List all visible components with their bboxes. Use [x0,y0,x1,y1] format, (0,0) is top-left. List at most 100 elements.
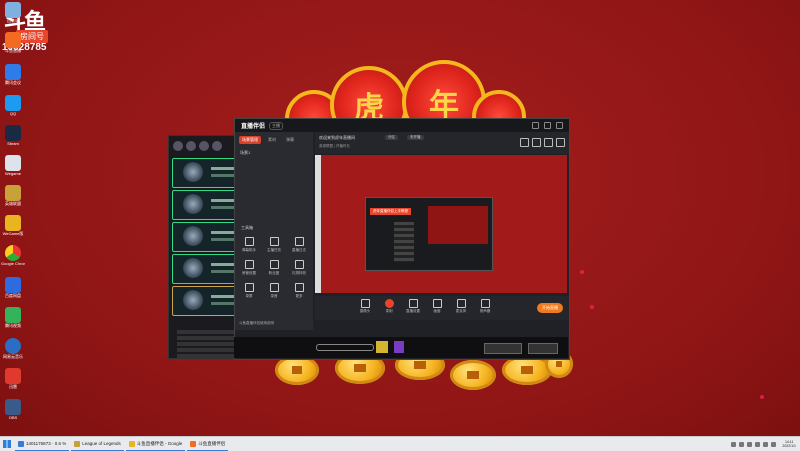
expand-icon[interactable] [556,138,565,147]
camera-icon [360,299,370,308]
league-icon [74,440,81,447]
camera-button[interactable]: 摄像头 [353,299,377,314]
gear-icon[interactable] [544,138,553,147]
music-icon [5,338,21,354]
progress-slider[interactable] [316,344,374,351]
douyu-app-icon [5,32,21,48]
avatar-icon[interactable] [186,141,196,151]
desktop-icon-douyu[interactable]: 斗鱼直播 [1,32,25,53]
taskbar-item[interactable]: League of Legends [71,438,124,451]
game-bottom-bar [234,337,568,358]
go-live-button[interactable]: 开始直播 [537,303,563,313]
desktop-icon-music[interactable]: 网易云音乐 [1,338,25,359]
record-button[interactable]: 录制 [377,299,401,314]
speaker-button[interactable]: 扬声器 [473,299,497,314]
stream-title[interactable]: 欢迎来到虎年直播间 [319,135,355,141]
tool-label: 主播任务 [267,248,281,252]
douyu-app-icon [190,440,197,447]
system-tray [731,441,777,447]
tray-icon[interactable] [747,441,753,447]
tool-fans[interactable]: 粉丝团 [262,260,286,276]
gift-icon [294,260,304,269]
tool-admin[interactable]: 房管设置 [237,260,261,276]
desktop-icon-label: Wegame [5,171,21,176]
purple-item-icon[interactable] [394,341,404,353]
microphone-button[interactable]: 麦克风 [449,299,473,314]
windows-start-icon[interactable] [3,440,11,448]
chrome-icon [128,440,135,447]
clock[interactable]: 14:11 2022/1/1 [782,440,796,448]
taskbar-item[interactable]: 斗鱼直播伴侣 [187,438,229,451]
scene-item[interactable]: 场景1 [240,150,308,156]
category-pill[interactable]: 分区 [385,135,398,140]
avatar-icon[interactable] [173,141,183,151]
settings-icon[interactable] [532,138,541,147]
nested-app-preview: 虎年直播伴侣上手教程 [365,197,493,271]
desktop-icon-label: Google Chrome [1,261,25,266]
tool-danmaku-helper[interactable]: 弹幕助手 [237,237,261,253]
tool-gift-effects[interactable]: 礼物特效 [287,260,311,276]
tool-tasks[interactable]: 主播任务 [262,237,286,253]
bottom-action-button[interactable] [528,343,558,354]
share-icon[interactable] [520,138,529,147]
tools-title: 工具箱 [241,225,253,230]
gold-item-icon[interactable] [376,341,388,353]
desktop-icon-label: 腾讯视频 [5,323,21,328]
desktop-icon-lol[interactable]: 英雄联盟 [1,185,25,206]
tool-audio[interactable]: 录音 [262,283,286,299]
desktop-icon-thunder[interactable]: 迅雷 [1,368,25,389]
scene-button[interactable]: 画面 [425,299,449,314]
settings-icon [408,299,418,308]
desktop-icon-meeting[interactable]: 腾讯会议 [1,64,25,85]
desktop-icon-lol-wegame[interactable]: WeGame版 [1,215,25,236]
tool-screen-record[interactable]: 录屏 [237,283,261,299]
task-icon [269,237,279,246]
desktop-icon-baidu[interactable]: 百度网盘 [1,277,25,298]
app-titlebar[interactable]: 直播伴侣 主播 [235,119,569,132]
preview-icon-strip [315,155,321,293]
stream-settings-button[interactable]: 直播设置 [401,299,425,314]
tool-log[interactable]: 直播日志 [287,237,311,253]
sparkle [760,395,764,399]
desktop-icon-obs[interactable]: OBS [1,399,25,420]
tool-more[interactable]: 更多 [287,283,311,299]
tool-label: 录音 [270,294,278,298]
desktop-icon-label: OBS [8,415,18,420]
streaming-app-window[interactable]: 直播伴侣 主播 场景管理 素材 弹幕 场景1 工具箱 弹幕助手 主播任务 直播日… [234,118,570,360]
close-icon[interactable] [556,122,563,129]
desktop-icon-wegame[interactable]: Wegame [1,155,25,176]
stream-preview[interactable]: 虎年直播伴侣上手教程 [315,155,567,293]
network-icon[interactable] [763,441,769,447]
desktop-icon-video[interactable]: 腾讯视频 [1,307,25,328]
taskbar-item[interactable]: 1401176873 · 0.6 % [15,438,70,451]
tray-icon[interactable] [731,441,737,447]
desktop-icon-steam[interactable]: Steam [1,125,25,146]
bottom-action-button[interactable] [484,343,522,354]
tab-assets[interactable]: 素材 [265,136,279,144]
avatar-icon[interactable] [212,141,222,151]
stream-header: 欢迎来到虎年直播间 英雄联盟 | 开播时长 分区 未开播 [315,132,569,154]
desktop-icon-recycle-bin[interactable]: 回收站 [1,2,25,23]
desktop-icon-qq[interactable]: QQ [1,95,25,116]
desktop-icon-chrome[interactable]: Google Chrome [1,245,25,266]
tool-label: 粉丝团 [268,271,280,275]
taskbar-item[interactable]: 斗鱼直播伴侣 - Google [125,438,186,451]
tab-danmaku[interactable]: 弹幕 [283,136,297,144]
game-icon [5,215,21,231]
tray-icon[interactable] [755,441,761,447]
tool-label: 礼物特效 [292,271,306,275]
baidu-icon [5,277,21,293]
avatar-icon[interactable] [199,141,209,151]
tool-label: 直播日志 [292,248,306,252]
panel-footer[interactable]: 斗鱼直播伴侣使用说明 [239,321,274,326]
control-label: 录制 [385,309,393,313]
tray-icon[interactable] [739,441,745,447]
taskbar: 1401176873 · 0.6 % League of Legends 斗鱼直… [0,436,800,451]
maximize-icon[interactable] [544,122,551,129]
volume-icon[interactable] [771,441,777,447]
minimize-icon[interactable] [532,122,539,129]
chat-icon [244,237,254,246]
tab-scenes[interactable]: 场景管理 [239,136,261,144]
desktop-background: 虎 年 斗鱼 房间号 10028785 回收站 斗鱼直播 腾讯会议 QQ Ste… [0,0,800,436]
tool-label: 弹幕助手 [242,248,256,252]
